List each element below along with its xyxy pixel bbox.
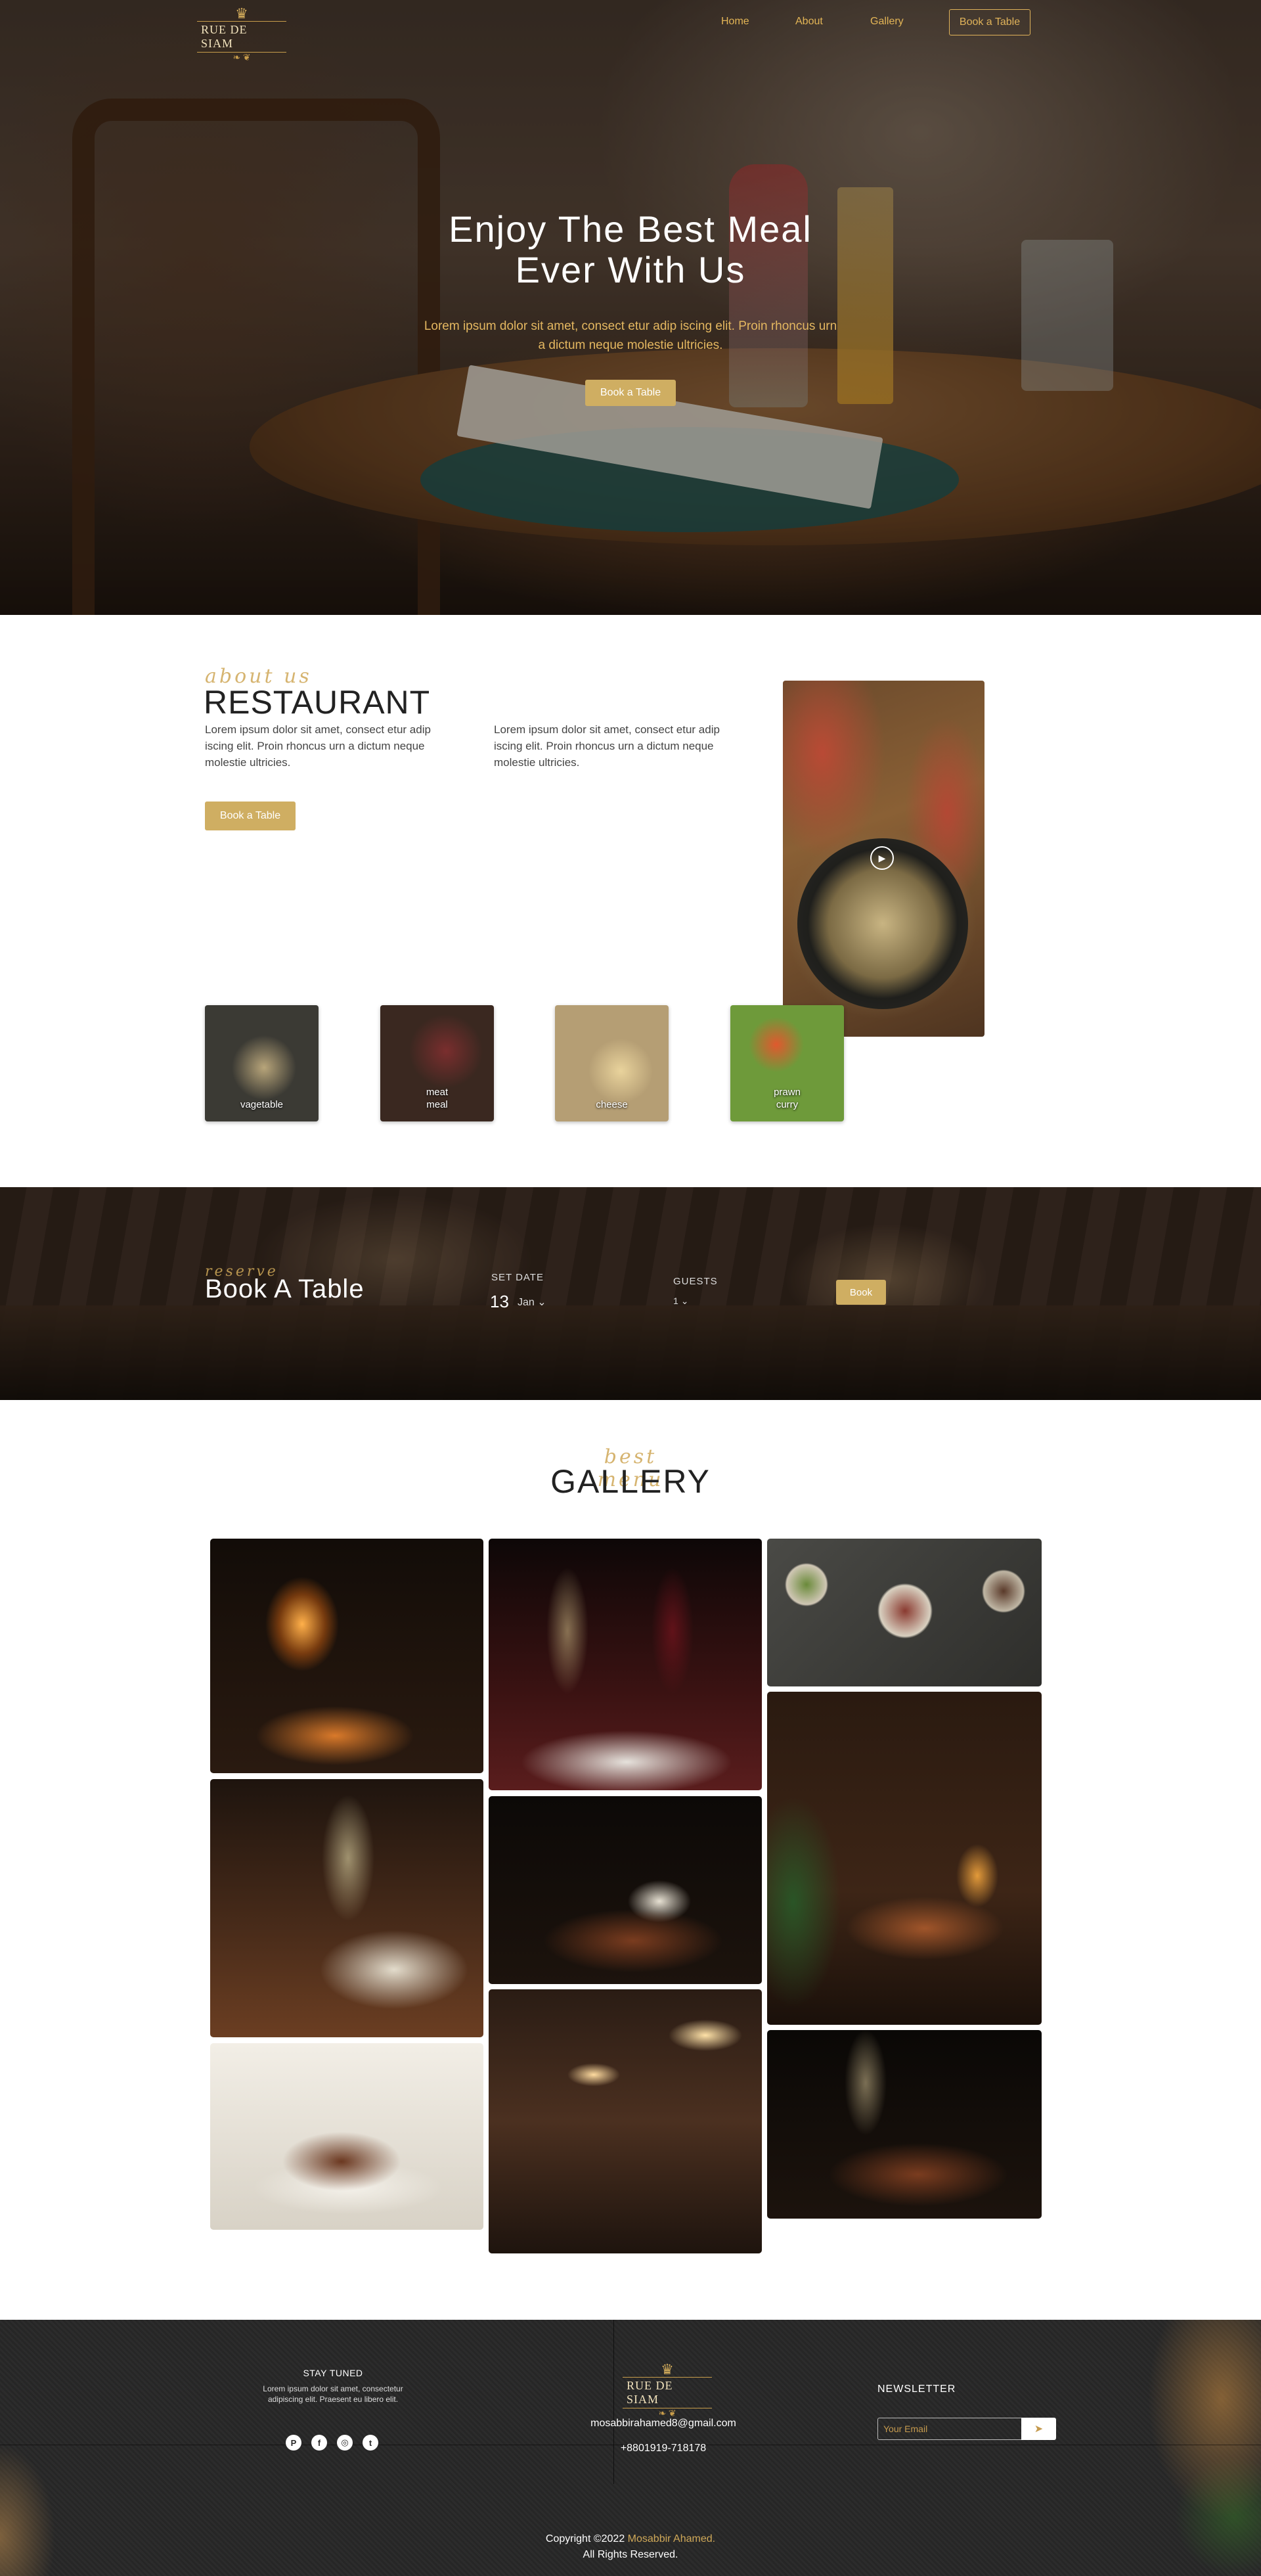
send-icon[interactable]: ➤ xyxy=(1021,2418,1056,2440)
guests-label: GUESTS xyxy=(673,1276,718,1287)
chevron-down-icon: ⌄ xyxy=(680,1296,689,1306)
date-day-value[interactable]: 13 xyxy=(490,1292,509,1312)
gallery-image-table-setting[interactable] xyxy=(767,1692,1042,2025)
nav-book-table-button[interactable]: Book a Table xyxy=(949,9,1030,35)
chevron-down-icon: ⌄ xyxy=(537,1297,546,1308)
guests-value: 1 xyxy=(673,1296,678,1306)
facebook-icon[interactable]: f xyxy=(311,2435,327,2451)
stay-tuned-text: Lorem ipsum dolor sit amet, consectetur … xyxy=(263,2384,403,2404)
dish-card-cheese[interactable]: cheese xyxy=(555,1005,669,1121)
about-title: RESTAURANT xyxy=(204,684,431,721)
flourish-icon: ❧ ❦ xyxy=(232,52,251,62)
logo-text: RUE DE SIAM xyxy=(623,2377,712,2408)
dish-card-vagetable[interactable]: vagetable xyxy=(205,1005,319,1121)
gallery-image-wine-glasses[interactable] xyxy=(489,1539,762,1790)
gallery-image-bruschetta[interactable] xyxy=(489,1796,762,1984)
footer-divider xyxy=(613,2320,614,2484)
gallery-image-steak-plate[interactable] xyxy=(210,2043,483,2230)
dish-label-line2: meal xyxy=(426,1099,448,1110)
flourish-icon: ❧ ❦ xyxy=(658,2408,676,2418)
footer-phone[interactable]: +8801919-718178 xyxy=(565,2443,762,2454)
play-icon[interactable]: ▶ xyxy=(870,846,894,870)
dish-card-label: cheese xyxy=(555,1098,669,1111)
about-paragraph-2: Lorem ipsum dolor sit amet, consect etur… xyxy=(494,723,720,769)
copyright-author-link[interactable]: Mosabbir Ahamed. xyxy=(628,2533,715,2544)
newsletter-email-input[interactable] xyxy=(877,2418,1022,2440)
footer-logo[interactable]: ♛ RUE DE SIAM ❧ ❦ xyxy=(623,2362,712,2418)
about-book-table-button[interactable]: Book a Table xyxy=(205,802,296,830)
gallery-image-appetizer-wine[interactable] xyxy=(767,2030,1042,2219)
dish-label-line1: vagetable xyxy=(240,1099,284,1110)
copyright-line2: All Rights Reserved. xyxy=(583,2549,678,2560)
hero-book-table-button[interactable]: Book a Table xyxy=(585,380,676,406)
dish-label-line1: meat xyxy=(426,1087,449,1098)
hero-title: Enjoy The Best Meal Ever With Us xyxy=(368,209,893,290)
dish-card-meat-meal[interactable]: meat meal xyxy=(380,1005,494,1121)
copyright: Copyright ©2022 Mosabbir Ahamed. All Rig… xyxy=(433,2531,828,2563)
stay-tuned-heading: STAY TUNED xyxy=(303,2368,363,2378)
twitter-icon[interactable]: t xyxy=(363,2435,378,2451)
crown-icon: ♛ xyxy=(661,2361,674,2378)
about-paragraph-1: Lorem ipsum dolor sit amet, consect etur… xyxy=(205,723,431,769)
newsletter-heading: NEWSLETTER xyxy=(877,2384,956,2395)
dish-card-label: meat meal xyxy=(380,1086,494,1111)
hero-title-line1: Enjoy The Best Meal xyxy=(449,208,812,250)
instagram-icon[interactable]: ◎ xyxy=(337,2435,353,2451)
dish-card-label: vagetable xyxy=(205,1098,319,1111)
date-month-value: Jan xyxy=(518,1297,535,1308)
booking-section xyxy=(0,1187,1261,1400)
copyright-prefix: Copyright ©2022 xyxy=(545,2533,625,2544)
nav-link-home[interactable]: Home xyxy=(721,16,749,28)
hero-title-line2: Ever With Us xyxy=(515,249,746,290)
gallery-image-wine-salad[interactable] xyxy=(210,1779,483,2037)
pinterest-icon[interactable]: P xyxy=(286,2435,301,2451)
book-button[interactable]: Book xyxy=(836,1280,886,1305)
gallery-image-platters[interactable] xyxy=(767,1539,1042,1686)
booking-overlay xyxy=(0,1187,1261,1400)
footer-email[interactable]: mosabbirahamed8@gmail.com xyxy=(565,2418,762,2429)
hero-section xyxy=(0,0,1261,615)
logo-text: RUE DE SIAM xyxy=(197,21,286,53)
dish-label-line2: curry xyxy=(776,1099,799,1110)
hero-overlay xyxy=(0,0,1261,615)
dish-card-prawn-curry[interactable]: prawn curry xyxy=(730,1005,844,1121)
dish-label-line1: prawn xyxy=(774,1087,801,1098)
nav-logo[interactable]: ♛ RUE DE SIAM ❧ ❦ xyxy=(197,7,286,62)
nav-link-about[interactable]: About xyxy=(795,16,823,28)
date-label: SET DATE xyxy=(491,1272,544,1283)
gallery-title: GALLERY xyxy=(550,1463,711,1500)
guests-select[interactable]: 1 ⌄ xyxy=(673,1296,688,1307)
gallery-image-restaurant-interior[interactable] xyxy=(489,1989,762,2253)
booking-title: Book A Table xyxy=(205,1275,365,1303)
gallery-image-fireplace-dish[interactable] xyxy=(210,1539,483,1773)
dish-card-label: prawn curry xyxy=(730,1086,844,1111)
crown-icon: ♛ xyxy=(235,5,248,22)
dish-label-line1: cheese xyxy=(596,1099,628,1110)
nav-link-gallery[interactable]: Gallery xyxy=(870,16,904,28)
date-month-select[interactable]: Jan ⌄ xyxy=(518,1296,546,1309)
copyright-line1: Copyright ©2022 Mosabbir Ahamed. xyxy=(433,2531,828,2547)
hero-subtitle: Lorem ipsum dolor sit amet, consect etur… xyxy=(424,319,837,352)
